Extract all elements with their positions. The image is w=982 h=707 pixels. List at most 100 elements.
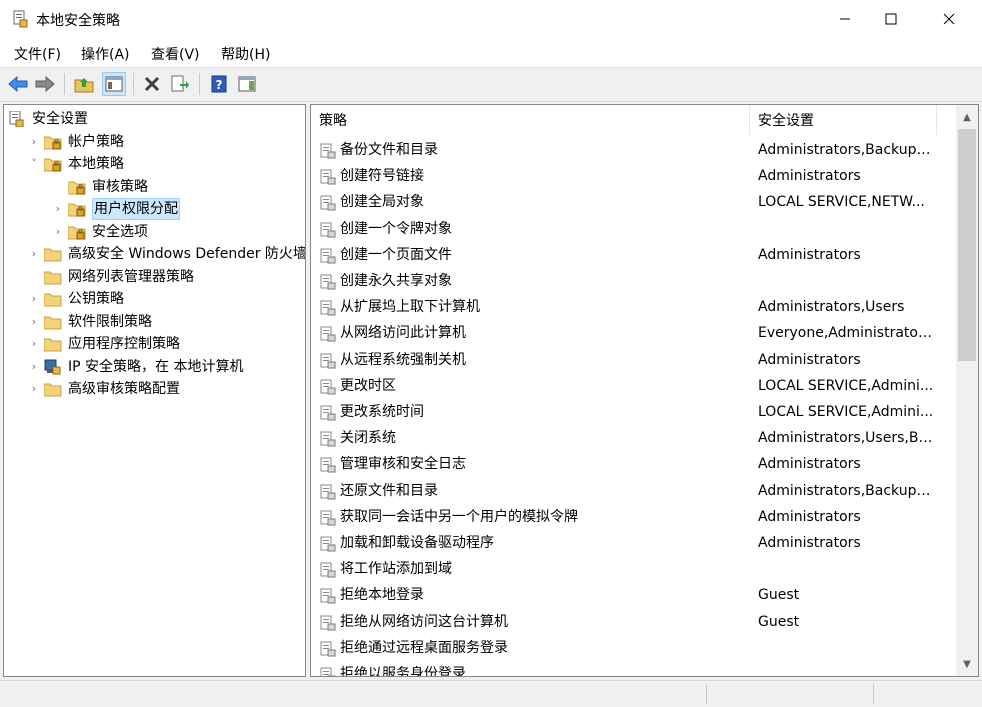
table-row[interactable]: 创建一个令牌对象 [311, 216, 956, 242]
tree-item[interactable]: › 用户权限分配 [4, 198, 304, 220]
tree-item[interactable]: › 应用程序控制策略 [4, 333, 304, 355]
expand-chevron-icon[interactable]: › [28, 378, 40, 400]
delete-icon[interactable] [140, 72, 164, 96]
tree-item[interactable]: 审核策略 [4, 176, 304, 198]
tree-item[interactable]: › 高级安全 Windows Defender 防火墙 [4, 243, 305, 265]
help-icon[interactable]: ? [207, 72, 231, 96]
table-row[interactable]: 从远程系统强制关机 Administrators [311, 347, 956, 373]
expand-chevron-icon[interactable]: › [28, 288, 40, 310]
vertical-scrollbar[interactable]: ▲ ▼ [956, 105, 978, 676]
back-arrow-icon[interactable] [6, 72, 30, 96]
policy-name: 获取同一会话中另一个用户的模拟令牌 [340, 508, 578, 525]
column-divider[interactable] [749, 105, 750, 135]
toolbar-separator [199, 73, 200, 95]
table-row[interactable]: 关闭系统 Administrators,Users,Ba... [311, 425, 956, 451]
tree-item[interactable]: › 安全选项 [4, 221, 304, 243]
folder-icon [43, 336, 62, 352]
scroll-down-arrow-icon[interactable]: ▼ [956, 654, 978, 674]
policy-item-icon [320, 142, 336, 159]
column-header-security-setting[interactable]: 安全设置 [758, 105, 938, 135]
policy-name: 更改时区 [340, 377, 396, 394]
security-setting-value: LOCAL SERVICE,Admini... [758, 377, 934, 394]
up-folder-icon[interactable] [72, 72, 96, 96]
column-header-policy[interactable]: 策略 [319, 105, 749, 135]
security-setting-value: LOCAL SERVICE,Admini... [758, 404, 934, 420]
table-row[interactable]: 管理审核和安全日志 Administrators [311, 451, 956, 477]
table-row[interactable]: 创建符号链接 Administrators [311, 163, 956, 189]
status-bar [0, 680, 982, 707]
toolbar-separator [64, 73, 65, 95]
policy-name: 备份文件和目录 [340, 142, 438, 158]
tree-item-label: 公钥策略 [68, 291, 124, 307]
status-separator [706, 684, 707, 704]
table-row[interactable]: 更改系统时间 LOCAL SERVICE,Admini... [311, 399, 956, 425]
properties-pane-icon[interactable] [235, 72, 259, 96]
table-row[interactable]: 拒绝以服务身份登录 [311, 661, 956, 676]
policy-name: 创建永久共享对象 [340, 273, 452, 289]
table-row[interactable]: 更改时区 LOCAL SERVICE,Admini... [311, 373, 956, 399]
window-title: 本地安全策略 [36, 13, 120, 29]
expand-chevron-icon[interactable]: › [28, 243, 40, 265]
policy-item-icon [320, 456, 336, 473]
minimize-button[interactable] [822, 0, 868, 38]
menu-action[interactable]: 操作(A) [79, 44, 132, 64]
table-row[interactable]: 拒绝通过远程桌面服务登录 [311, 635, 956, 661]
tree-item[interactable]: › IP 安全策略，在 本地计算机 [4, 356, 304, 378]
tree-item[interactable]: › 帐户策略 [4, 131, 304, 153]
menu-file[interactable]: 文件(F) [12, 44, 63, 64]
tree-item[interactable]: › 公钥策略 [4, 288, 304, 310]
expand-chevron-icon[interactable]: › [52, 221, 64, 243]
table-row[interactable]: 还原文件和目录 Administrators,Backup ... [311, 478, 956, 504]
security-setting-value: Guest [758, 587, 800, 604]
table-row[interactable]: 创建一个页面文件 Administrators [311, 242, 956, 268]
tree-item[interactable]: 安全设置 [4, 108, 304, 130]
security-setting-value: Administrators,Users,Ba... [758, 430, 934, 447]
expand-chevron-icon[interactable]: › [28, 311, 40, 333]
tree-item-label: 高级审核策略配置 [68, 381, 180, 397]
close-button[interactable] [926, 0, 972, 38]
tree-item[interactable]: › 高级审核策略配置 [4, 378, 304, 400]
scroll-thumb[interactable] [958, 129, 976, 361]
policy-name: 管理审核和安全日志 [340, 456, 466, 473]
policy-name: 创建符号链接 [340, 168, 424, 185]
column-divider[interactable] [936, 105, 937, 135]
table-row[interactable]: 从扩展坞上取下计算机 Administrators,Users [311, 294, 956, 320]
policy-list[interactable]: 策略 ˄ 安全设置 备份文件和目录 Administrators,Backup .… [310, 104, 979, 677]
table-row[interactable]: 备份文件和目录 Administrators,Backup ... [311, 137, 956, 163]
export-list-icon[interactable] [168, 72, 192, 96]
expand-chevron-icon[interactable]: › [28, 333, 40, 355]
table-row[interactable]: 加载和卸载设备驱动程序 Administrators [311, 530, 956, 556]
security-setting-value: Administrators [758, 351, 861, 368]
expand-chevron-icon[interactable]: › [28, 356, 40, 378]
table-row[interactable]: 将工作站添加到域 [311, 556, 956, 582]
table-row[interactable]: 获取同一会话中另一个用户的模拟令牌 Administrators [311, 504, 956, 530]
table-row[interactable]: 拒绝从网络访问这台计算机 Guest [311, 609, 956, 635]
tree-item-label: 审核策略 [92, 178, 148, 195]
menu-view[interactable]: 查看(V) [149, 44, 202, 64]
expand-chevron-icon[interactable]: ˅ [28, 153, 40, 175]
menu-help[interactable]: 帮助(H) [219, 44, 272, 64]
policy-name: 拒绝从网络访问这台计算机 [340, 613, 508, 630]
console-tree[interactable]: 安全设置 › 帐户策略 ˅ 本地策略审核策略 › 用户权限分配 › 安全选项 › 高级安全 Wind… [3, 104, 306, 677]
table-row[interactable]: 创建永久共享对象 [311, 268, 956, 294]
policy-name: 创建一个令牌对象 [340, 220, 452, 237]
forward-arrow-icon[interactable] [33, 72, 57, 96]
tree-item[interactable]: › 软件限制策略 [4, 311, 304, 333]
policy-item-icon [320, 614, 336, 631]
security-setting-value: Everyone,Administrator... [758, 325, 934, 342]
policy-item-icon [320, 587, 336, 604]
tree-item[interactable]: 网络列表管理器策略 [4, 266, 304, 288]
policy-name: 创建一个页面文件 [340, 246, 452, 263]
tree-item[interactable]: ˅ 本地策略 [4, 153, 304, 175]
policy-item-icon [320, 299, 336, 316]
maximize-button[interactable] [868, 0, 914, 38]
show-hide-tree-icon[interactable] [102, 72, 126, 96]
tree-item-label: 用户权限分配 [92, 198, 180, 220]
table-row[interactable]: 拒绝本地登录 Guest [311, 582, 956, 608]
table-row[interactable]: 从网络访问此计算机 Everyone,Administrator... [311, 320, 956, 346]
table-row[interactable]: 创建全局对象 LOCAL SERVICE,NETW... [311, 189, 956, 215]
scroll-up-arrow-icon[interactable]: ▲ [956, 107, 978, 127]
policy-item-icon [320, 194, 336, 211]
expand-chevron-icon[interactable]: › [52, 198, 64, 220]
expand-chevron-icon[interactable]: › [28, 131, 40, 153]
